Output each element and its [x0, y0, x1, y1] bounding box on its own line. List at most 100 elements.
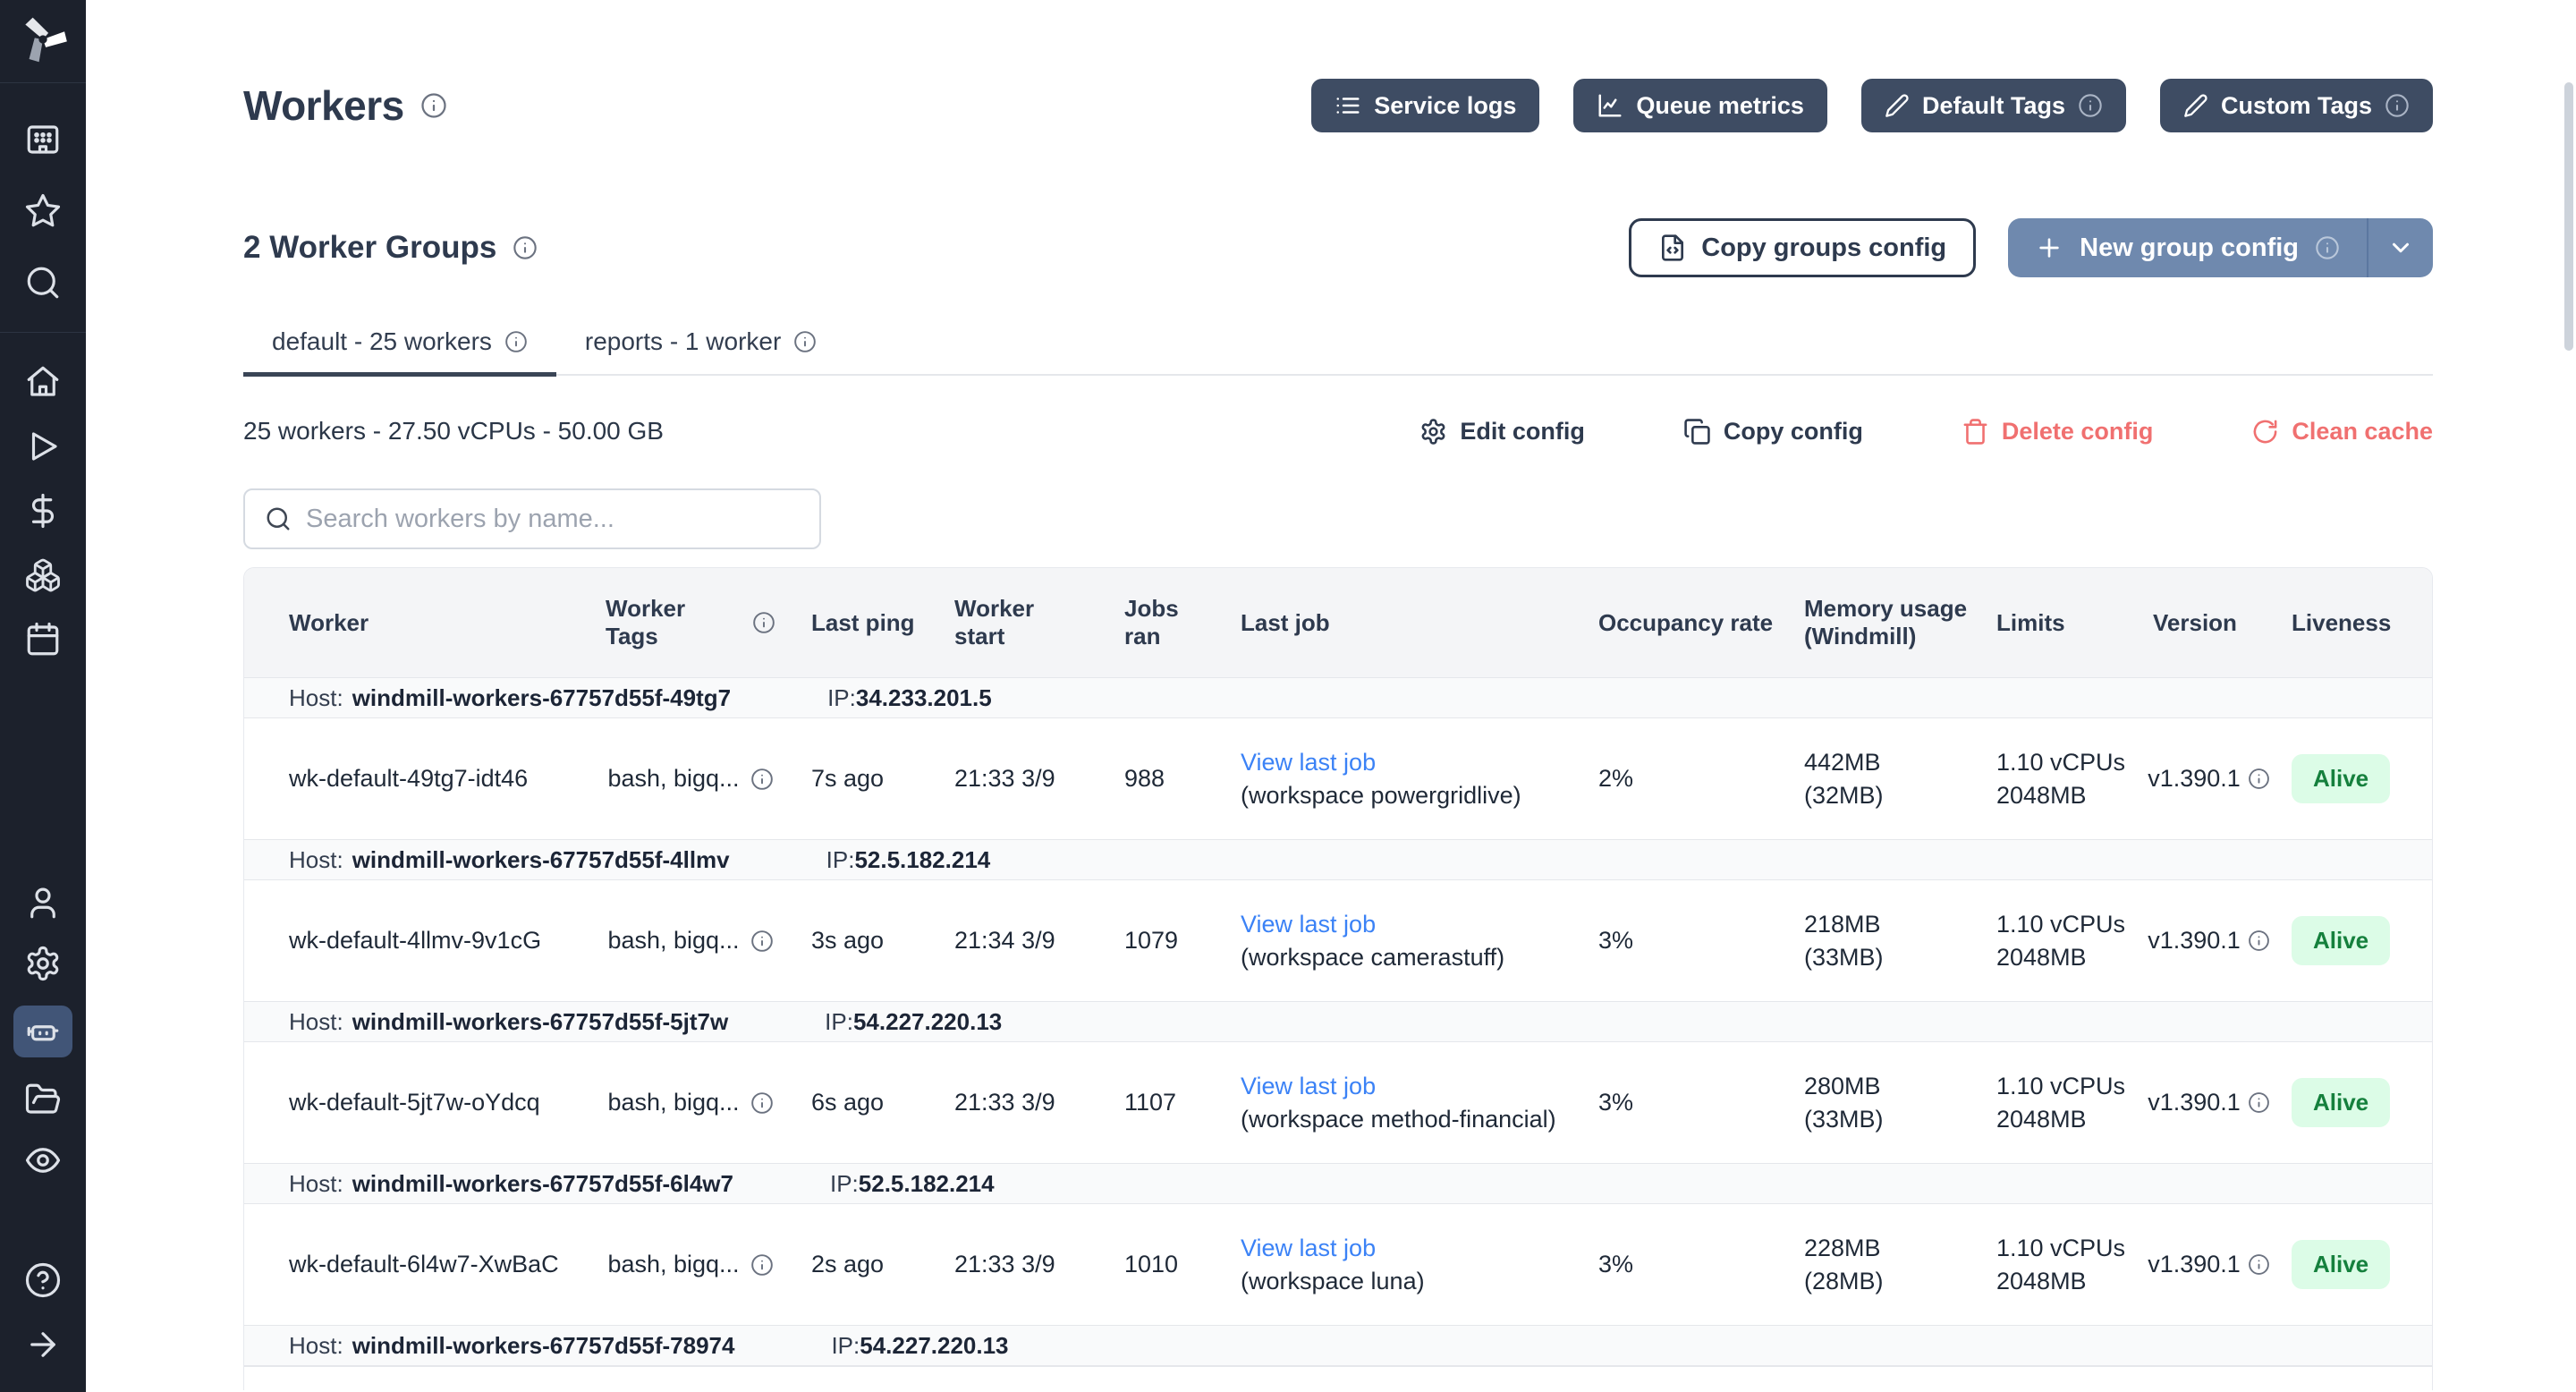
resources-boxes-icon[interactable]	[24, 556, 62, 594]
sidebar-divider	[0, 332, 86, 333]
users-icon[interactable]	[24, 884, 62, 921]
limit-memory: 2048MB	[1996, 941, 2126, 973]
info-icon[interactable]	[2248, 768, 2270, 790]
info-icon[interactable]	[750, 768, 774, 791]
favorites-star-icon[interactable]	[24, 192, 62, 230]
host-row: Host: windmill-workers-67757d55f-4llmv I…	[244, 839, 2432, 880]
worker-row: wk-default-49tg7-idt46 bash, bigq... 7s …	[244, 718, 2432, 839]
sidebar-item-workers[interactable]	[13, 1006, 72, 1057]
info-icon[interactable]	[750, 929, 774, 953]
memory-usage: 228MB	[1804, 1232, 1970, 1264]
custom-tags-button[interactable]: Custom Tags	[2160, 79, 2433, 132]
runs-play-icon[interactable]	[24, 428, 62, 465]
worker-name: wk-default-4llmv-9v1cG	[244, 880, 582, 1001]
info-icon[interactable]	[793, 330, 817, 353]
edit-config-button[interactable]: Edit config	[1419, 418, 1584, 446]
view-last-job-link[interactable]: View last job	[1241, 908, 1572, 940]
limit-memory: 2048MB	[1996, 1103, 2126, 1135]
edit-config-label: Edit config	[1460, 418, 1584, 446]
host-prefix: Host:	[289, 1332, 343, 1360]
main-content: Workers Service logs Queue metrics Defau…	[86, 79, 2576, 1390]
help-icon[interactable]	[24, 1261, 62, 1299]
host-row: Host: windmill-workers-67757d55f-49tg7 I…	[244, 677, 2432, 718]
host-ip: 54.227.220.13	[860, 1332, 1008, 1359]
last-job-workspace: (workspace method-financial)	[1241, 1103, 1572, 1135]
info-icon[interactable]	[750, 1253, 774, 1277]
col-jobs-ran: Jobs ran	[1101, 568, 1217, 677]
worker-row	[244, 1366, 2432, 1390]
info-icon[interactable]	[2385, 93, 2410, 118]
worker-group-tabs: default - 25 workers reports - 1 worker	[243, 317, 2433, 376]
clean-cache-button[interactable]: Clean cache	[2251, 418, 2433, 446]
col-liveness: Liveness	[2277, 568, 2432, 677]
folders-icon[interactable]	[24, 1081, 62, 1118]
search-icon[interactable]	[24, 264, 62, 301]
host-prefix: Host:	[289, 1170, 343, 1198]
info-icon[interactable]	[420, 92, 447, 119]
info-icon[interactable]	[2248, 1253, 2270, 1276]
info-icon[interactable]	[2248, 1091, 2270, 1114]
info-icon[interactable]	[2248, 929, 2270, 952]
info-icon[interactable]	[2315, 235, 2340, 260]
info-icon[interactable]	[504, 330, 528, 353]
new-group-config-label: New group config	[2080, 233, 2299, 263]
view-last-job-link[interactable]: View last job	[1241, 746, 1572, 778]
worker-name: wk-default-5jt7w-oYdcq	[244, 1042, 582, 1163]
worker-tags: bash, bigq...	[607, 924, 739, 956]
variables-dollar-icon[interactable]	[24, 492, 62, 530]
liveness-badge: Alive	[2292, 1078, 2390, 1127]
limit-memory: 2048MB	[1996, 1265, 2126, 1297]
memory-usage: 442MB	[1804, 746, 1970, 778]
worker-name: wk-default-6l4w7-XwBaC	[244, 1204, 582, 1325]
ip-prefix: IP:	[825, 1008, 853, 1035]
page-title: Workers	[243, 81, 404, 130]
queue-metrics-label: Queue metrics	[1636, 92, 1804, 120]
host-prefix: Host:	[289, 846, 343, 874]
jobs-ran: 988	[1101, 718, 1217, 839]
info-icon[interactable]	[752, 611, 775, 634]
home-icon[interactable]	[24, 363, 62, 401]
chevron-down-icon[interactable]	[2368, 218, 2433, 277]
copy-groups-config-button[interactable]: Copy groups config	[1629, 218, 1976, 277]
view-last-job-link[interactable]: View last job	[1241, 1232, 1572, 1264]
ip-prefix: IP:	[831, 1332, 860, 1359]
limit-cpu: 1.10 vCPUs	[1996, 908, 2126, 940]
expand-arrow-icon[interactable]	[24, 1326, 62, 1363]
memory-windmill: (33MB)	[1804, 941, 1970, 973]
col-worker: Worker	[244, 568, 582, 677]
audit-eye-icon[interactable]	[24, 1142, 62, 1179]
limit-memory: 2048MB	[1996, 779, 2126, 811]
worker-search	[243, 488, 821, 549]
vertical-scrollbar[interactable]	[2564, 82, 2573, 351]
occupancy-rate: 3%	[1584, 1204, 1790, 1325]
host-name: windmill-workers-67757d55f-4llmv	[352, 846, 730, 874]
copy-config-button[interactable]: Copy config	[1683, 418, 1863, 446]
windmill-logo-icon[interactable]	[18, 14, 68, 64]
default-tags-button[interactable]: Default Tags	[1861, 79, 2126, 132]
host-name: windmill-workers-67757d55f-6l4w7	[352, 1170, 733, 1198]
info-icon[interactable]	[2078, 93, 2103, 118]
col-occupancy: Occupancy rate	[1584, 568, 1790, 677]
schedules-calendar-icon[interactable]	[24, 621, 62, 658]
delete-config-button[interactable]: Delete config	[1962, 418, 2154, 446]
worker-name: wk-default-49tg7-idt46	[244, 718, 582, 839]
memory-usage: 218MB	[1804, 908, 1970, 940]
host-ip: 54.227.220.13	[853, 1008, 1002, 1035]
last-ping: 3s ago	[788, 880, 931, 1001]
tab-default[interactable]: default - 25 workers	[243, 317, 556, 374]
tab-reports[interactable]: reports - 1 worker	[556, 317, 845, 374]
version: v1.390.1	[2148, 762, 2241, 794]
queue-metrics-button[interactable]: Queue metrics	[1573, 79, 1827, 132]
service-logs-button[interactable]: Service logs	[1311, 79, 1539, 132]
new-group-config-button[interactable]: New group config	[2008, 218, 2433, 277]
search-input[interactable]	[306, 505, 800, 534]
memory-windmill: (32MB)	[1804, 779, 1970, 811]
info-icon[interactable]	[513, 235, 538, 260]
info-icon[interactable]	[750, 1091, 774, 1115]
group-summary: 25 workers - 27.50 vCPUs - 50.00 GB	[243, 417, 664, 446]
worker-start: 21:34 3/9	[931, 880, 1101, 1001]
col-version: Version	[2139, 568, 2277, 677]
workspace-icon[interactable]	[24, 121, 62, 158]
settings-gear-icon[interactable]	[24, 945, 62, 982]
view-last-job-link[interactable]: View last job	[1241, 1070, 1572, 1102]
